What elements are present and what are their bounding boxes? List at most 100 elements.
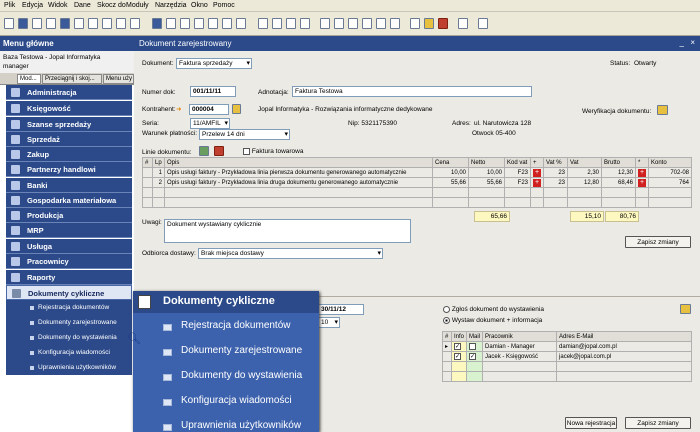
nav-administracja[interactable]: Administracja [6,85,132,100]
paste-icon[interactable] [74,18,84,29]
popup-item-rejestracja[interactable]: Rejestracja dokumentów [133,315,319,339]
popup-item-uprawnienia[interactable]: Uprawnienia użytkowników [133,415,319,432]
table-row[interactable]: 1 Opis usługi faktury - Przykładowa linia… [142,167,692,178]
nav-mrp[interactable]: MRP [6,223,132,238]
form5-icon[interactable] [376,18,386,29]
open-icon[interactable] [18,18,28,29]
undo-icon[interactable] [102,18,112,29]
menu-skocz[interactable]: Skocz do [97,2,126,9]
funnel-icon[interactable] [236,18,246,29]
popup-item-konfiguracja[interactable]: Konfiguracja wiadomości [133,390,319,414]
nav-pracownicy[interactable]: Pracownicy [6,254,132,269]
window-titlebar: Dokument zarejestrowany _ × [134,36,700,51]
tab-mod[interactable]: Mod... [17,74,41,84]
close-icon[interactable]: × [690,38,695,47]
exit-icon[interactable] [478,18,488,29]
nav-zakup[interactable]: Zakup [6,147,132,162]
tab-drag[interactable]: Przeciągnij i skoj... [42,74,102,84]
document2-icon[interactable] [222,18,232,29]
menu-moduly[interactable]: Moduły [126,2,149,9]
warunek-select[interactable]: Przelew 14 dni [199,129,290,140]
uwagi-field[interactable]: Dokument wystawiany cyklicznie [164,219,411,243]
menu-edycja[interactable]: Edycja [22,2,43,9]
copy-icon[interactable] [60,18,70,29]
document-icon[interactable] [208,18,218,29]
nav-gospodarka[interactable]: Gospodarka materiałowa [6,193,132,208]
menu-narzedzia[interactable]: Narzędzia [155,2,187,9]
adnotacja-field[interactable]: Faktura Testowa [292,86,532,97]
minimize-icon[interactable]: _ [680,38,684,47]
menu-widok[interactable]: Widok [48,2,67,9]
remove-line-icon[interactable] [214,146,224,156]
new-icon[interactable] [4,18,14,29]
report-icon[interactable] [166,18,176,29]
nowa-rejestracja-button[interactable]: Nowa rejestracja [565,417,617,429]
cut-icon[interactable] [88,18,98,29]
col-mail: Mail [466,331,484,342]
mail-config-icon[interactable] [680,304,691,314]
nav-ksiegowosc[interactable]: Księgowość [6,101,132,116]
nav-partnerzy[interactable]: Partnerzy handlowi [6,162,132,177]
zapisz-zmiany-button[interactable]: Zapisz zmiany [625,417,691,429]
dokument-select[interactable]: Faktura sprzedaży [176,58,252,69]
warning-icon[interactable] [424,18,434,29]
add-line-icon[interactable] [199,146,209,156]
sort-icon[interactable] [194,18,204,29]
seria-select[interactable]: 11/AMFIL [190,118,230,129]
popup-item-zarejestrowane[interactable]: Dokumenty zarejestrowane [133,340,319,364]
nav-produkcja[interactable]: Produkcja [6,208,132,223]
next-icon[interactable] [286,18,296,29]
lookup-icon[interactable] [232,104,241,114]
delete-icon[interactable] [116,18,126,29]
zapisz-button[interactable]: Zapisz zmiany [625,236,691,248]
faktura-towarowa-option[interactable]: Faktura towarowa [243,148,303,155]
form4-icon[interactable] [362,18,372,29]
kontrahent-field[interactable]: 000004 [189,104,229,115]
nav-banki[interactable]: Banki [6,178,132,193]
calendar-icon[interactable] [410,18,420,29]
sub-konfiguracja[interactable]: Konfiguracja wiadomości [6,345,132,360]
table-row[interactable]: ▸ ✓ Damian - Manager damian@jopal.com.pl [442,341,692,352]
sub-uprawnienia[interactable]: Uprawnienia użytkowników [6,360,132,375]
nav-raporty[interactable]: Raporty [6,270,132,285]
total-netto: 65,66 [474,211,510,222]
production-icon [11,211,20,220]
tab-menu[interactable]: Menu uży [103,74,134,84]
sub-rejestracja[interactable]: Rejestracja dokumentów [6,300,132,315]
radio-wystaw[interactable]: Wystaw dokument + informacja [443,317,542,324]
prev-icon[interactable] [272,18,282,29]
verify-icon[interactable] [657,105,668,115]
filter-icon[interactable] [180,18,190,29]
cyclic-date-field[interactable]: 30/11/12 [318,304,364,315]
radio-zglos[interactable]: Zgłoś dokument do wystawienia [443,306,544,313]
sub-zarejestrowane[interactable]: Dokumenty zarejestrowane [6,315,132,330]
menu-pomoc[interactable]: Pomoc [213,2,235,9]
form6-icon[interactable] [390,18,400,29]
first-icon[interactable] [258,18,268,29]
sub-do-wystawienia[interactable]: Dokumenty do wystawienia [6,330,132,345]
nav-szanse[interactable]: Szanse sprzedaży [6,117,132,132]
menu-dane[interactable]: Dane [74,2,91,9]
last-icon[interactable] [300,18,310,29]
nav-usluga[interactable]: Usługa [6,239,132,254]
refresh-icon[interactable] [130,18,140,29]
form-icon[interactable] [320,18,330,29]
menu-okno[interactable]: Okno [191,2,208,9]
popup-item-do-wystawienia[interactable]: Dokumenty do wystawienia [133,365,319,389]
menu-plik[interactable]: Plik [4,2,15,9]
odbiorca-select[interactable]: Brak miejsca dostawy [198,248,383,259]
form3-icon[interactable] [348,18,358,29]
table-row[interactable]: 2 Opis usługi faktury - Przykładowa linia… [142,177,692,188]
table-row[interactable]: ✓ ✓ Jacek - Księgowość jacek@jopal.com.pl [442,351,692,362]
help-icon[interactable] [458,18,468,29]
grid-icon[interactable] [152,18,162,29]
alert-icon[interactable] [438,18,448,29]
nav-sprzedaz[interactable]: Sprzedaż [6,132,132,147]
form2-icon[interactable] [334,18,344,29]
nav-dokumenty-cykliczne[interactable]: Dokumenty cykliczne [6,285,132,300]
numer-field[interactable]: 001/11/11 [190,86,236,97]
save-icon[interactable] [32,18,42,29]
print-icon[interactable] [46,18,56,29]
faktura-towarowa-label: Faktura towarowa [251,148,304,156]
cyclic-num-select[interactable]: 10 [318,317,340,328]
